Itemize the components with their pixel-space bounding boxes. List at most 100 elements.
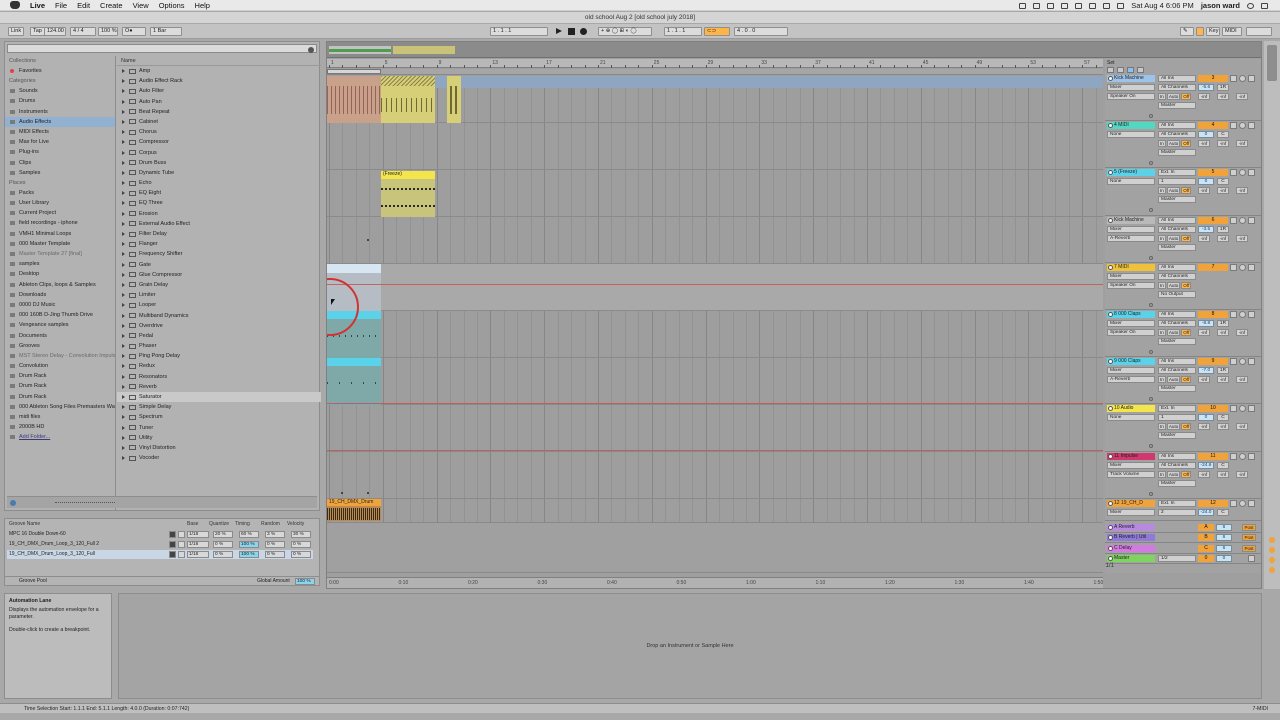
sidebar-item-place[interactable]: Downloads bbox=[5, 290, 115, 300]
more-icon[interactable] bbox=[1248, 169, 1255, 177]
automation-point[interactable] bbox=[341, 492, 343, 494]
sidebar-item-category[interactable]: Samples bbox=[5, 168, 115, 178]
sidebar-item-category[interactable]: Sounds bbox=[5, 86, 115, 96]
input-type-chooser[interactable]: All Ins bbox=[1158, 216, 1196, 224]
browser-item[interactable]: Utility bbox=[117, 433, 321, 443]
send-a-field[interactable]: -inf bbox=[1198, 140, 1210, 148]
browser-item[interactable]: Amp bbox=[117, 66, 321, 76]
track-activator-icon[interactable] bbox=[1108, 545, 1113, 551]
automation-control-chooser[interactable]: A-Reverb bbox=[1107, 234, 1155, 242]
more-icon[interactable] bbox=[1248, 358, 1255, 366]
track-lane-kick-machine[interactable] bbox=[327, 76, 1103, 123]
monitor-switch[interactable]: In Auto Off bbox=[1158, 470, 1196, 478]
groove-commit-icon[interactable] bbox=[178, 531, 185, 538]
track-lane-10-audio[interactable] bbox=[327, 405, 1103, 452]
input-channel-chooser[interactable]: All Channels bbox=[1158, 367, 1196, 375]
pre-post-toggle[interactable]: Post bbox=[1242, 523, 1256, 531]
pan-field[interactable]: C bbox=[1217, 508, 1229, 516]
monitor-off-button[interactable]: Off bbox=[1181, 93, 1192, 100]
more-icon[interactable] bbox=[1248, 122, 1255, 130]
track-name-header[interactable]: A Reverb bbox=[1107, 523, 1155, 531]
track-activator-icon[interactable] bbox=[1108, 359, 1113, 365]
more-icon[interactable] bbox=[1248, 311, 1255, 318]
track-name-header[interactable]: 4 MIDI bbox=[1107, 122, 1155, 130]
sidebar-item-category[interactable]: Drums bbox=[5, 96, 115, 106]
pre-post-toggle[interactable]: Post bbox=[1242, 534, 1256, 542]
send-b-field[interactable]: -inf bbox=[1217, 93, 1229, 100]
track-name-header[interactable]: B Reverb | Util bbox=[1107, 534, 1155, 542]
track-number[interactable]: 4 bbox=[1198, 122, 1228, 130]
disclosure-triangle-icon[interactable] bbox=[122, 242, 125, 247]
disclosure-triangle-icon[interactable] bbox=[122, 109, 125, 114]
browser-item[interactable]: Frequency Shifter bbox=[117, 249, 321, 259]
automation-device-chooser[interactable]: Mixer bbox=[1107, 461, 1155, 469]
more-icon[interactable] bbox=[1248, 499, 1255, 507]
disclosure-triangle-icon[interactable] bbox=[122, 262, 125, 267]
browser-item[interactable]: Ping Pong Delay bbox=[117, 351, 321, 361]
clip[interactable] bbox=[381, 76, 435, 123]
groove-hot-swap-icon[interactable] bbox=[169, 531, 176, 538]
browser-item[interactable]: Tuner bbox=[117, 423, 321, 433]
sidebar-item-category[interactable]: Audio Effects bbox=[5, 116, 115, 127]
input-channel-chooser[interactable]: 2 bbox=[1158, 508, 1196, 516]
track-activator-icon[interactable] bbox=[1108, 123, 1113, 129]
volume-field[interactable]: 6 bbox=[1216, 534, 1232, 542]
volume-icon[interactable] bbox=[1103, 2, 1111, 9]
monitor-in-button[interactable]: In bbox=[1158, 187, 1166, 195]
menu-app[interactable]: Live bbox=[30, 1, 45, 10]
play-icon[interactable] bbox=[556, 28, 562, 34]
automation-line[interactable] bbox=[327, 403, 1103, 404]
groove-quantize-field[interactable]: 0 % bbox=[213, 551, 233, 558]
monitor-auto-button[interactable]: Auto bbox=[1166, 423, 1181, 431]
groove-row[interactable]: MPC 16 Double Down-60 1/16 20 % 60 % 3 % 30 % bbox=[7, 530, 313, 539]
automation-point[interactable] bbox=[367, 239, 369, 241]
monitor-switch[interactable]: In Auto Off bbox=[1158, 281, 1196, 289]
groove-row[interactable]: 19_CH_DMX_Drum_Loop_3_120_Full 1/16 0 % 100… bbox=[7, 550, 313, 559]
more-icon[interactable] bbox=[1248, 216, 1255, 224]
preview-toggle-icon[interactable] bbox=[10, 500, 16, 506]
send-b-field[interactable]: -inf bbox=[1217, 470, 1229, 478]
input-type-chooser[interactable]: Ext. In bbox=[1158, 499, 1196, 507]
input-channel-chooser[interactable]: All Channels bbox=[1158, 84, 1196, 91]
sidebar-item-category[interactable]: Instruments bbox=[5, 107, 115, 117]
sidebar-item-place[interactable]: Current Project bbox=[5, 208, 115, 218]
automation-device-chooser[interactable]: Mixer bbox=[1107, 508, 1155, 516]
send-b-field[interactable]: -inf bbox=[1217, 329, 1229, 336]
track-activator-icon[interactable] bbox=[1108, 217, 1113, 223]
sidebar-item-place[interactable]: 2000B HD bbox=[5, 422, 115, 432]
browser-item[interactable]: Echo bbox=[117, 178, 321, 188]
disclosure-triangle-icon[interactable] bbox=[122, 130, 125, 135]
sidebar-item-place[interactable]: VMH1 Minimal Loops bbox=[5, 229, 115, 239]
more-icon[interactable] bbox=[1248, 452, 1255, 460]
solo-icon[interactable] bbox=[1230, 75, 1237, 82]
lane-fold-icon[interactable] bbox=[1149, 208, 1153, 213]
send-c-field[interactable]: -inf bbox=[1236, 423, 1248, 431]
loop-switch-button[interactable]: ⊂⊃ bbox=[704, 27, 730, 36]
arm-icon[interactable] bbox=[1239, 452, 1246, 460]
disclosure-triangle-icon[interactable] bbox=[122, 313, 125, 318]
sidebar-item-category[interactable]: MIDI Effects bbox=[5, 127, 115, 137]
input-channel-chooser[interactable]: 1 bbox=[1158, 414, 1196, 422]
more-icon[interactable] bbox=[1248, 75, 1255, 82]
view-toggle-icon[interactable] bbox=[1107, 67, 1114, 73]
browser-item[interactable]: Spectrum bbox=[117, 412, 321, 422]
lane-fold-icon[interactable] bbox=[1149, 161, 1153, 166]
disclosure-triangle-icon[interactable] bbox=[122, 201, 125, 206]
disclosure-triangle-icon[interactable] bbox=[122, 344, 125, 349]
pan-field[interactable]: C bbox=[1217, 131, 1229, 139]
volume-field[interactable]: 0 bbox=[1198, 131, 1214, 139]
browser-item[interactable]: Multiband Dynamics bbox=[117, 311, 321, 321]
track-lane-freeze[interactable]: (Freeze) bbox=[327, 170, 1103, 217]
input-channel-chooser[interactable]: All Channels bbox=[1158, 461, 1196, 469]
volume-field[interactable]: -7.0 bbox=[1198, 367, 1214, 375]
browser-item[interactable]: Dynamic Tube bbox=[117, 168, 321, 178]
browser-item[interactable]: Reverb bbox=[117, 382, 321, 392]
disclosure-triangle-icon[interactable] bbox=[122, 150, 125, 155]
monitor-off-button[interactable]: Off bbox=[1181, 281, 1192, 289]
monitor-in-button[interactable]: In bbox=[1158, 140, 1166, 148]
arm-icon[interactable] bbox=[1239, 122, 1246, 130]
send-a-field[interactable]: -inf bbox=[1198, 329, 1210, 336]
sidebar-item-category[interactable]: Clips bbox=[5, 158, 115, 168]
groove-velocity-field[interactable]: 0 % bbox=[291, 541, 311, 548]
browser-item[interactable]: EQ Three bbox=[117, 198, 321, 208]
